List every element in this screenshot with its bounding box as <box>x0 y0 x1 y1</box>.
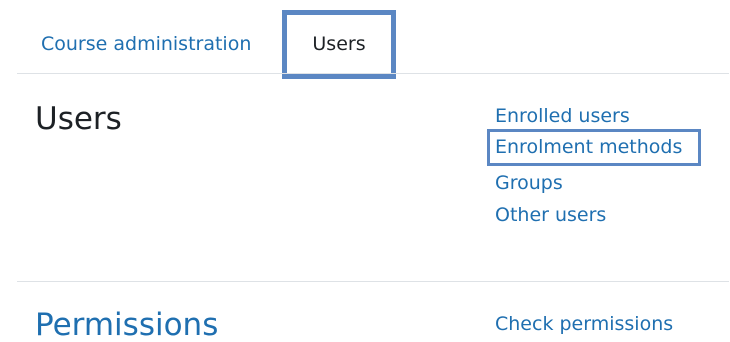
enrolled-users-link[interactable]: Enrolled users <box>495 105 630 127</box>
check-permissions-link[interactable]: Check permissions <box>495 313 673 335</box>
tab-users[interactable]: Users <box>282 10 396 79</box>
tabs-divider <box>17 73 729 74</box>
section-title-permissions[interactable]: Permissions <box>35 307 218 342</box>
section-title-users: Users <box>35 101 122 137</box>
course-admin-page: Course administration Users Users Enroll… <box>0 0 730 342</box>
section-divider <box>17 281 729 282</box>
other-users-link[interactable]: Other users <box>495 204 606 226</box>
enrolment-methods-link[interactable]: Enrolment methods <box>487 129 701 166</box>
groups-link[interactable]: Groups <box>495 172 563 194</box>
tab-course-administration[interactable]: Course administration <box>41 24 251 64</box>
